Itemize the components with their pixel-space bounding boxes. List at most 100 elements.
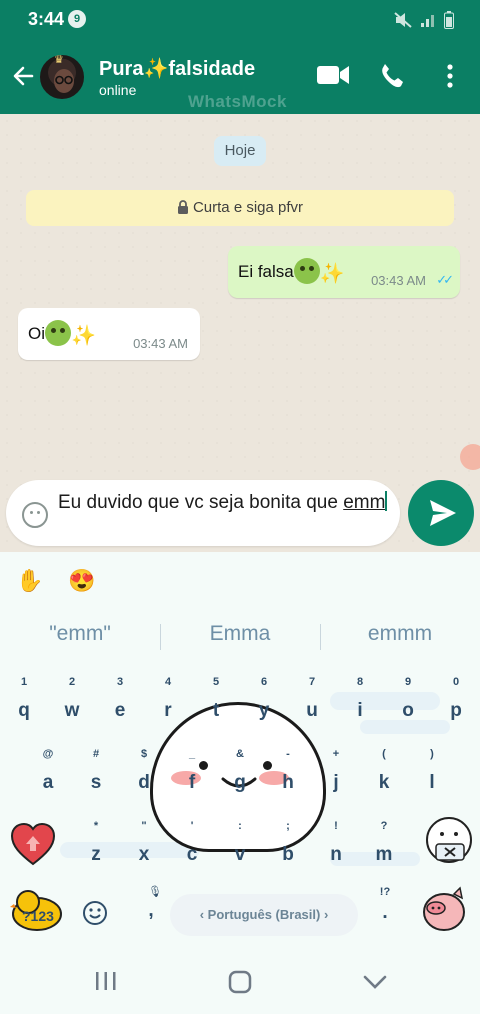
symbols-key-label: ?123	[22, 908, 54, 924]
message-input-text[interactable]: Eu duvido que vc seja bonita que emm	[58, 490, 388, 516]
raised-hand-emoji[interactable]: ✋	[16, 568, 43, 594]
lock-icon	[177, 192, 189, 228]
key-row1-5[interactable]: t	[201, 700, 231, 722]
comma-key[interactable]: ,	[136, 900, 166, 922]
recent-apps-icon[interactable]	[94, 970, 118, 997]
message-input[interactable]: Eu duvido que vc seja bonita que emm	[6, 480, 400, 546]
key-row3-6[interactable]: n	[321, 844, 351, 866]
watermark: WhatsMock	[188, 92, 287, 111]
message-incoming[interactable]: Oi ✨ 03:43 AM	[18, 308, 200, 360]
number-hint-4: 4	[164, 676, 172, 688]
key-row1-7[interactable]: u	[297, 700, 327, 722]
cloud-decoration	[360, 720, 450, 734]
notification-count-badge: 9	[68, 10, 86, 28]
phone-icon[interactable]	[378, 62, 406, 95]
message-outgoing[interactable]: Ei falsa ✨ 03:43 AM ✓✓	[228, 246, 460, 298]
symbol-hint-2: #	[92, 748, 100, 760]
suggestion-2[interactable]: Emma	[160, 622, 320, 646]
symbol-hint-7: +	[332, 748, 340, 760]
key-row1-10[interactable]: p	[441, 700, 471, 722]
key-row1-4[interactable]: r	[153, 700, 183, 722]
symbol-hint-1: @	[42, 748, 54, 760]
mic-icon: 🎙	[148, 886, 162, 898]
key-row1-9[interactable]: o	[393, 700, 423, 722]
key-row2-2[interactable]: s	[81, 772, 111, 794]
more-options-icon[interactable]	[444, 62, 456, 95]
text-cursor	[385, 491, 388, 511]
heart-eyes-emoji[interactable]: 😍	[68, 568, 95, 594]
shift-key[interactable]	[10, 822, 56, 866]
suggestion-1[interactable]: "emm"	[0, 622, 160, 646]
backspace-icon	[426, 817, 472, 863]
info-banner[interactable]: Curta e siga pfvr	[26, 190, 454, 226]
period-key[interactable]: .	[370, 902, 400, 924]
key-row1-2[interactable]: w	[57, 700, 87, 722]
sticker-eye	[199, 761, 208, 770]
key-row2-8[interactable]: k	[369, 772, 399, 794]
status-time: 3:44	[28, 9, 65, 29]
number-hint-7: 7	[308, 676, 316, 688]
number-hint-2: 2	[68, 676, 76, 688]
key-row3-7[interactable]: m	[369, 844, 399, 866]
number-hint-5: 5	[212, 676, 220, 688]
navigation-bar	[0, 948, 480, 1014]
contact-status: online	[99, 82, 137, 98]
message-text-wrap: Oi ✨	[28, 320, 96, 348]
key-row2-1[interactable]: a	[33, 772, 63, 794]
key-row2-3[interactable]: d	[129, 772, 159, 794]
key-row3-1[interactable]: z	[81, 844, 111, 866]
back-arrow-icon[interactable]	[10, 62, 38, 90]
backspace-key[interactable]	[424, 814, 474, 868]
contact-avatar[interactable]: ♛	[38, 53, 86, 101]
key-row1-8[interactable]: i	[345, 700, 375, 722]
sparkles-emoji: ✨	[319, 263, 345, 285]
period-hint: !?	[379, 886, 391, 898]
symbols-key[interactable]: ?123	[10, 888, 64, 932]
back-nav-icon[interactable]	[362, 974, 388, 995]
contact-name[interactable]: Pura✨falsidade	[99, 56, 255, 81]
battery-icon	[444, 11, 454, 34]
key-row3-2[interactable]: x	[129, 844, 159, 866]
symbol-hint-6: !	[334, 820, 338, 832]
suggestion-3[interactable]: emmm	[320, 622, 480, 646]
key-row2-4[interactable]: f	[177, 772, 207, 794]
key-row3-3[interactable]: c	[177, 844, 207, 866]
symbol-hint-1: *	[93, 820, 99, 832]
number-hint-1: 1	[20, 676, 28, 688]
home-icon[interactable]	[228, 970, 252, 999]
message-text-wrap: Ei falsa ✨	[238, 258, 345, 286]
symbol-hint-3: $	[140, 748, 148, 760]
key-row2-6[interactable]: h	[273, 772, 303, 794]
key-row3-4[interactable]: v	[225, 844, 255, 866]
key-row2-9[interactable]: l	[417, 772, 447, 794]
floating-bubble[interactable]	[460, 444, 480, 470]
language-label: Português (Brasil)	[207, 907, 321, 922]
symbol-hint-8: (	[382, 748, 386, 760]
nauseated-face-emoji	[45, 320, 71, 346]
number-hint-8: 8	[356, 676, 364, 688]
video-call-icon[interactable]	[316, 62, 350, 93]
key-row2-5[interactable]: g	[225, 772, 255, 794]
key-row1-1[interactable]: q	[9, 700, 39, 722]
emoji-keyboard-icon[interactable]	[82, 900, 108, 931]
emoji-icon[interactable]	[22, 502, 48, 528]
keyboard: ✋ 😍 "emm" Emma emmm 1 2 3 4 5 6 7 8 9 0 qwertyuio…	[0, 552, 480, 948]
enter-key[interactable]	[418, 886, 468, 934]
space-bar[interactable]: ‹ Português (Brasil) ›	[170, 894, 358, 936]
key-row1-3[interactable]: e	[105, 700, 135, 722]
sticker-eye	[263, 761, 272, 770]
composer-text-before: Eu duvido que vc seja bonita que	[58, 492, 344, 513]
composer-row: Eu duvido que vc seja bonita que emm	[0, 478, 480, 552]
number-hint-10: 0	[452, 676, 460, 688]
date-chip: Hoje	[214, 136, 266, 166]
status-icons	[394, 11, 454, 34]
message-text: Ei falsa	[238, 262, 294, 281]
key-row3-5[interactable]: b	[273, 844, 303, 866]
pig-icon	[423, 886, 465, 931]
symbol-hint-5: ;	[286, 820, 290, 832]
send-button[interactable]	[408, 480, 474, 546]
key-row1-6[interactable]: y	[249, 700, 279, 722]
key-row2-7[interactable]: j	[321, 772, 351, 794]
symbol-hint-2: "	[141, 820, 147, 832]
status-bar: 3:44 9	[0, 0, 480, 40]
